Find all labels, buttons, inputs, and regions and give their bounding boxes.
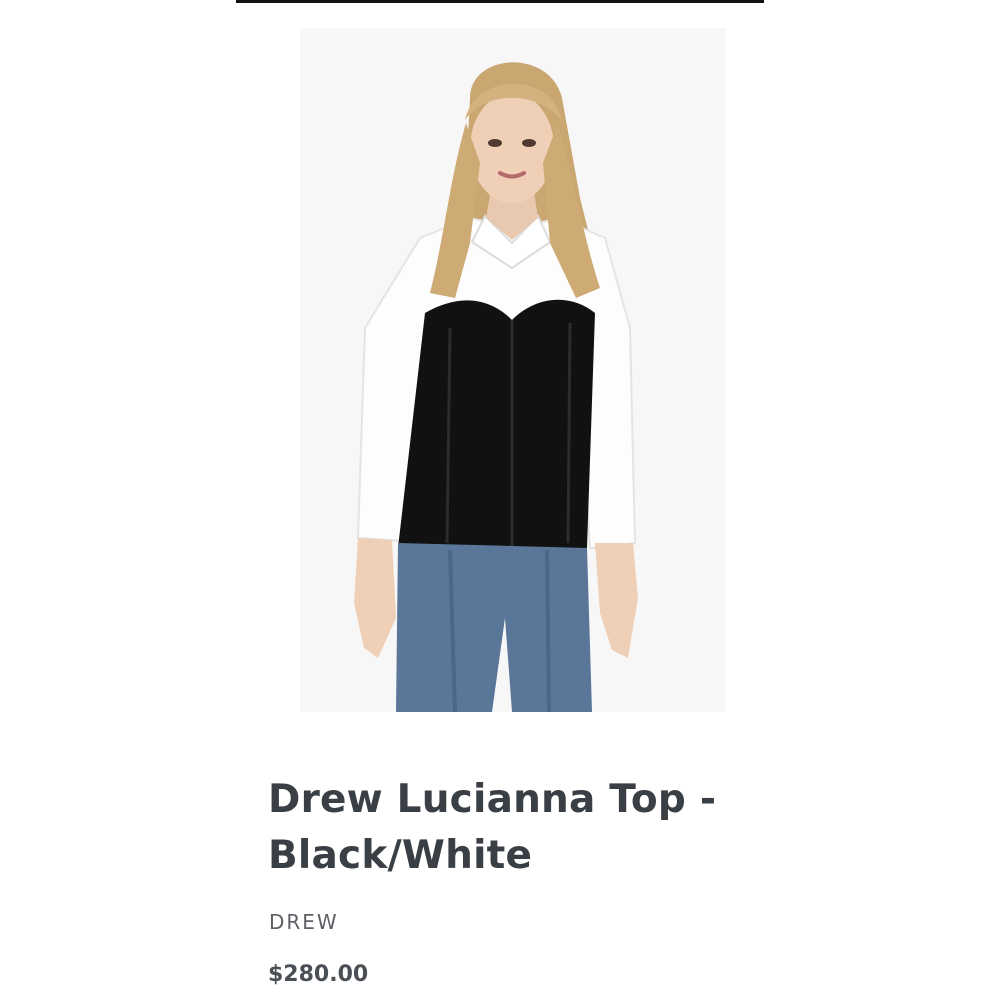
product-brand[interactable]: DREW <box>269 910 339 934</box>
product-image[interactable] <box>300 28 726 712</box>
product-title: Drew Lucianna Top - Black/White <box>268 777 717 878</box>
header-divider <box>236 0 764 3</box>
product-page: Drew Lucianna Top - Black/White DREW $28… <box>0 0 1000 1000</box>
product-photo-illustration <box>354 62 638 712</box>
product-price: $280.00 <box>268 962 369 987</box>
